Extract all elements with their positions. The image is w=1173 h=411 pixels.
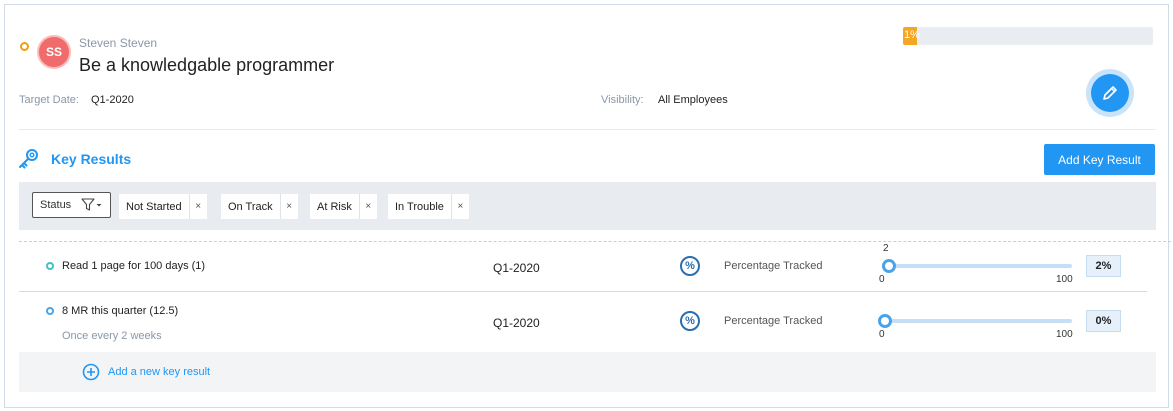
status-filter-dropdown[interactable]: Status	[32, 192, 111, 218]
status-filter-label: Status	[40, 199, 72, 211]
slider-handle[interactable]	[878, 314, 892, 328]
add-new-key-result-row[interactable]: Add a new key result	[19, 352, 1156, 392]
plus-circle-icon[interactable]	[82, 363, 100, 381]
add-key-result-button[interactable]: Add Key Result	[1044, 144, 1155, 175]
chip-label: In Trouble	[395, 200, 444, 213]
slider-max-label: 100	[1056, 329, 1073, 340]
goal-card: SS Steven Steven Be a knowledgable progr…	[4, 4, 1173, 408]
pencil-icon	[1103, 86, 1117, 100]
chip-remove-icon[interactable]: ×	[279, 194, 298, 219]
goal-progress-bar: 1%	[903, 27, 1153, 45]
progress-slider[interactable]	[878, 314, 1072, 328]
header-divider	[19, 129, 1156, 130]
tracking-type: Percentage Tracked	[724, 315, 823, 327]
percent-badge: 0%	[1086, 310, 1121, 332]
chip-remove-icon[interactable]: ×	[450, 194, 469, 219]
chip-remove-icon[interactable]: ×	[188, 194, 207, 219]
filter-bar: Status Not Started × On Track × At Risk …	[19, 182, 1156, 230]
filter-funnel-icon	[81, 198, 102, 211]
target-date-value: Q1-2020	[91, 94, 134, 106]
chip-label: On Track	[228, 200, 273, 213]
filter-chip-at-risk: At Risk ×	[310, 194, 377, 219]
list-divider	[19, 241, 1173, 242]
key-result-title[interactable]: 8 MR this quarter (12.5)	[62, 305, 178, 317]
goal-status-indicator	[20, 42, 29, 51]
key-result-status-dot	[46, 307, 54, 315]
goal-title: Be a knowledgable programmer	[79, 55, 335, 75]
key-result-date: Q1-2020	[493, 316, 540, 330]
key-result-frequency: Once every 2 weeks	[62, 330, 162, 342]
edit-goal-button[interactable]	[1086, 69, 1134, 117]
add-new-key-result-link[interactable]: Add a new key result	[108, 366, 210, 378]
percentage-icon: %	[680, 311, 700, 331]
slider-handle[interactable]	[881, 259, 896, 273]
filter-chip-on-track: On Track ×	[221, 194, 298, 219]
slider-min-label: 0	[879, 274, 885, 285]
goal-progress-label: 1%	[904, 29, 920, 41]
key-icon	[19, 149, 38, 169]
chip-remove-icon[interactable]: ×	[358, 194, 377, 219]
slider-current-value: 2	[883, 243, 889, 254]
percentage-icon: %	[680, 256, 700, 276]
progress-slider[interactable]	[881, 259, 1072, 273]
visibility-label: Visibility:	[601, 94, 644, 106]
chip-label: Not Started	[126, 200, 182, 213]
target-date-label: Target Date:	[19, 94, 79, 106]
slider-min-label: 0	[879, 329, 885, 340]
chip-label: At Risk	[317, 200, 352, 213]
edit-button-circle[interactable]	[1091, 74, 1129, 112]
key-results-heading: Key Results	[51, 151, 132, 167]
key-result-title[interactable]: Read 1 page for 100 days (1)	[62, 260, 205, 272]
slider-max-label: 100	[1056, 274, 1073, 285]
row-divider	[19, 291, 1147, 292]
owner-name[interactable]: Steven Steven	[79, 36, 157, 50]
filter-chip-not-started: Not Started ×	[119, 194, 207, 219]
visibility-value: All Employees	[658, 94, 728, 106]
filter-chip-in-trouble: In Trouble ×	[388, 194, 469, 219]
percent-badge: 2%	[1086, 255, 1121, 277]
key-result-status-dot	[46, 262, 54, 270]
key-result-date: Q1-2020	[493, 261, 540, 275]
avatar: SS	[37, 35, 71, 69]
tracking-type: Percentage Tracked	[724, 260, 823, 272]
